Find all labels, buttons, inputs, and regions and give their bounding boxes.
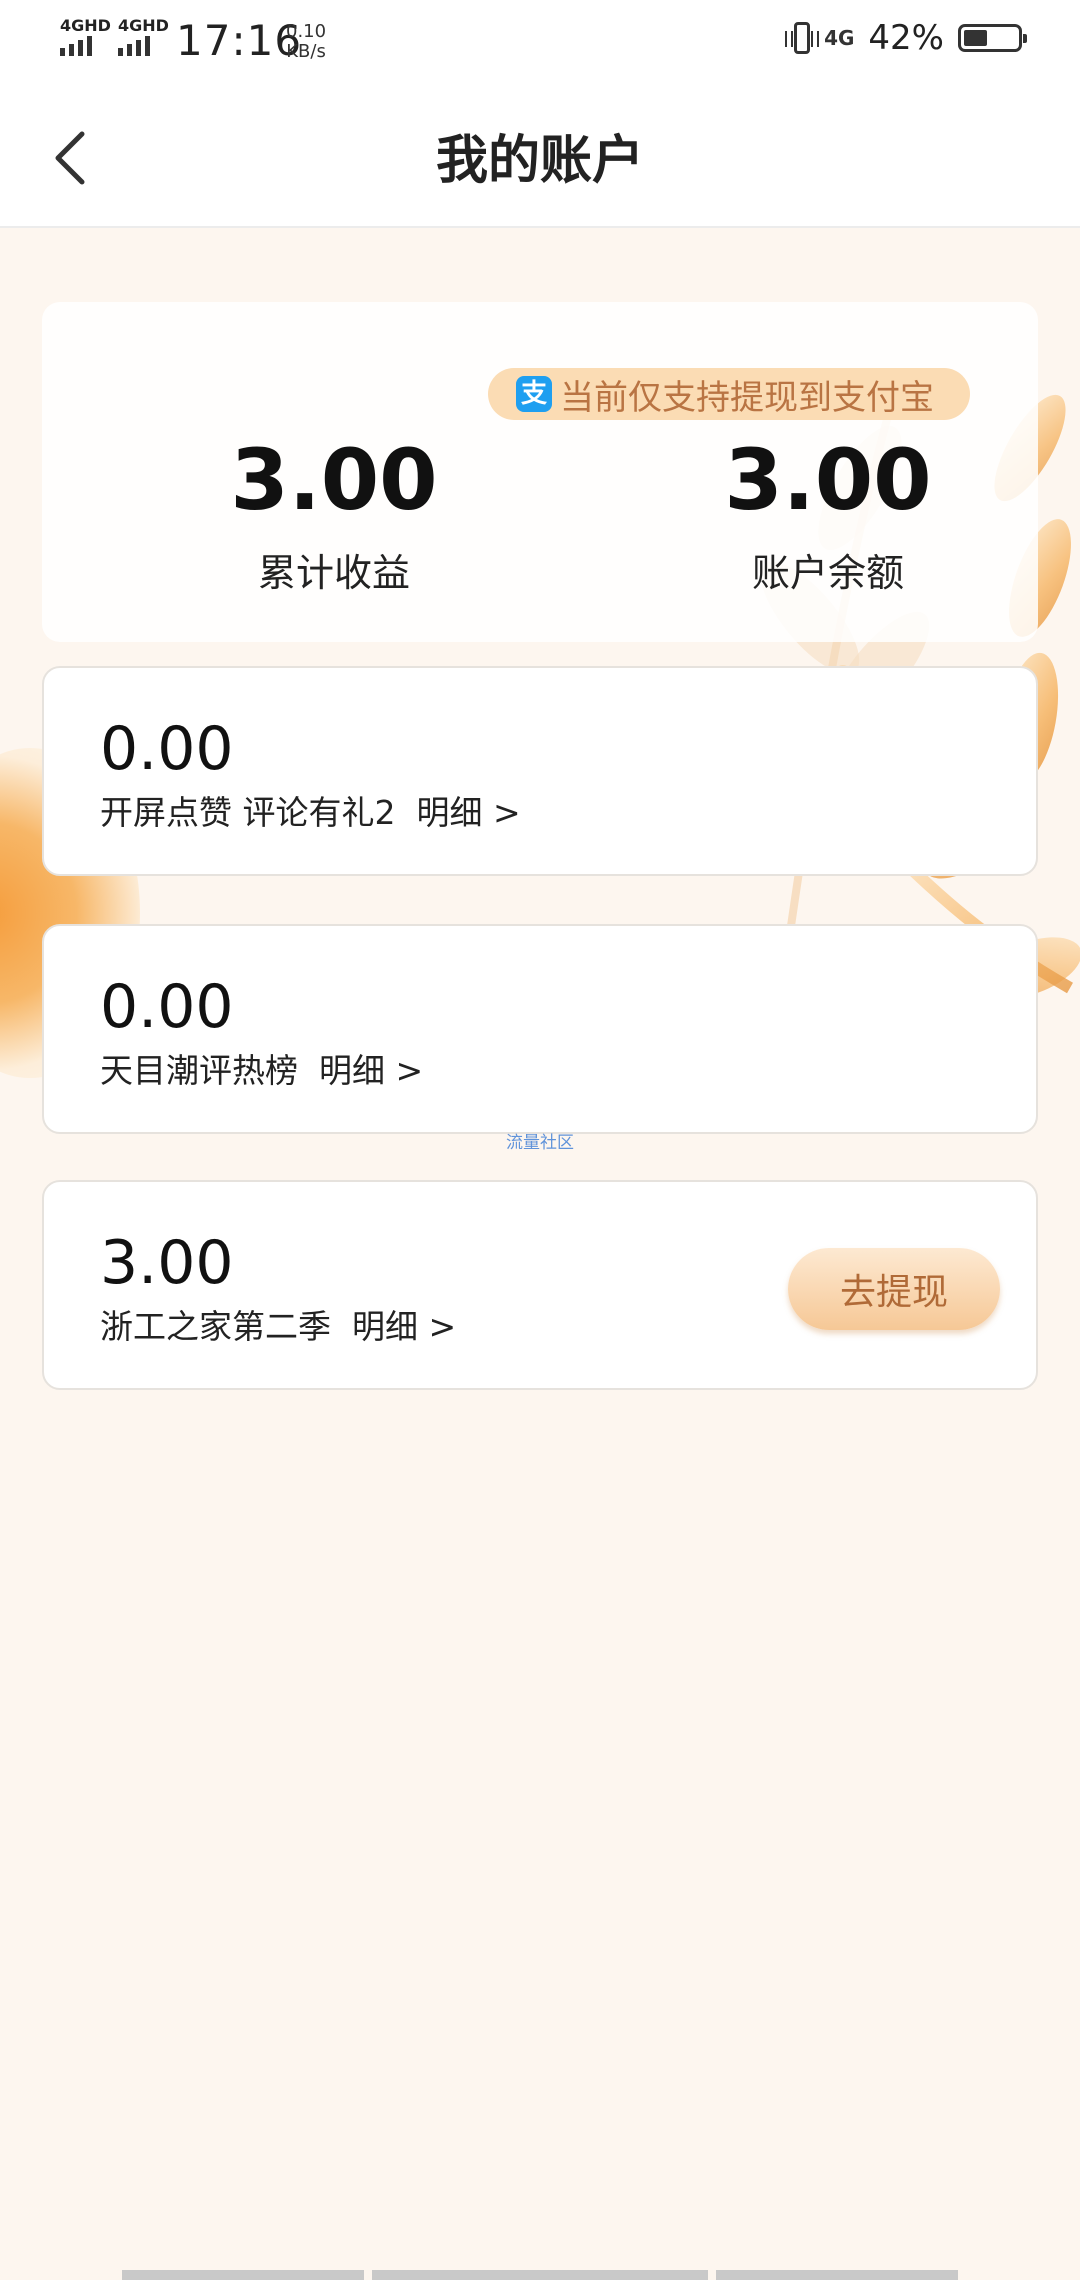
network-speed: 0.10 KB/s [286,22,326,62]
battery-icon [958,24,1027,52]
account-balance: 3.00 账户余额 [658,430,998,597]
nav-header: 我的账户 [0,84,1080,228]
program-detail-link[interactable]: 开屏点赞 评论有礼2 明细 > [100,786,521,834]
account-summary-card: 支 当前仅支持提现到支付宝 3.00 累计收益 3.00 账户余额 [42,302,1038,642]
watermark-text: 流量社区 [506,1133,574,1153]
account-balance-label: 账户余额 [751,551,904,595]
total-earnings: 3.00 累计收益 [164,430,504,597]
vibrate-icon [785,22,820,54]
speed-unit: KB/s [286,41,326,62]
clock: 17:16 [176,16,303,65]
bottom-bar-segment [122,2270,364,2280]
status-right: 4G 42% [785,18,1027,58]
mobile-data-icon: 4G [824,26,855,50]
speed-value: 0.10 [286,21,327,42]
alipay-tip-badge: 支 当前仅支持提现到支付宝 [488,368,970,420]
bottom-bar-segment [372,2270,708,2280]
network-label-2: 4GHD [118,16,169,35]
account-balance-value: 3.00 [724,431,932,529]
alipay-icon: 支 [516,376,552,412]
network-label-1: 4GHD [60,16,111,35]
program-detail-link[interactable]: 天目潮评热榜 明细 > [100,1044,423,1092]
battery-percent: 42% [868,18,944,58]
bottom-bar-segment [716,2270,958,2280]
program-detail-link[interactable]: 浙工之家第二季 明细 > [100,1300,456,1348]
alipay-tip-text: 当前仅支持提现到支付宝 [560,377,934,418]
program-amount: 3.00 [100,1228,234,1298]
status-bar: 4GHD 4GHD 17:16 0.10 KB/s 4G 42% [0,0,1080,84]
program-card: 0.00 天目潮评热榜 明细 > [42,924,1038,1134]
total-earnings-value: 3.00 [230,431,438,529]
page-title: 我的账户 [435,131,644,191]
signal-icon-1 [60,36,92,56]
program-amount: 0.00 [100,972,234,1042]
program-card: 0.00 开屏点赞 评论有礼2 明细 > [42,666,1038,876]
withdraw-button[interactable]: 去提现 [788,1248,1000,1330]
program-card: 3.00 浙工之家第二季 明细 > 去提现 [42,1180,1038,1390]
signal-icon-2 [118,36,150,56]
program-amount: 0.00 [100,714,234,784]
total-earnings-label: 累计收益 [257,551,410,595]
